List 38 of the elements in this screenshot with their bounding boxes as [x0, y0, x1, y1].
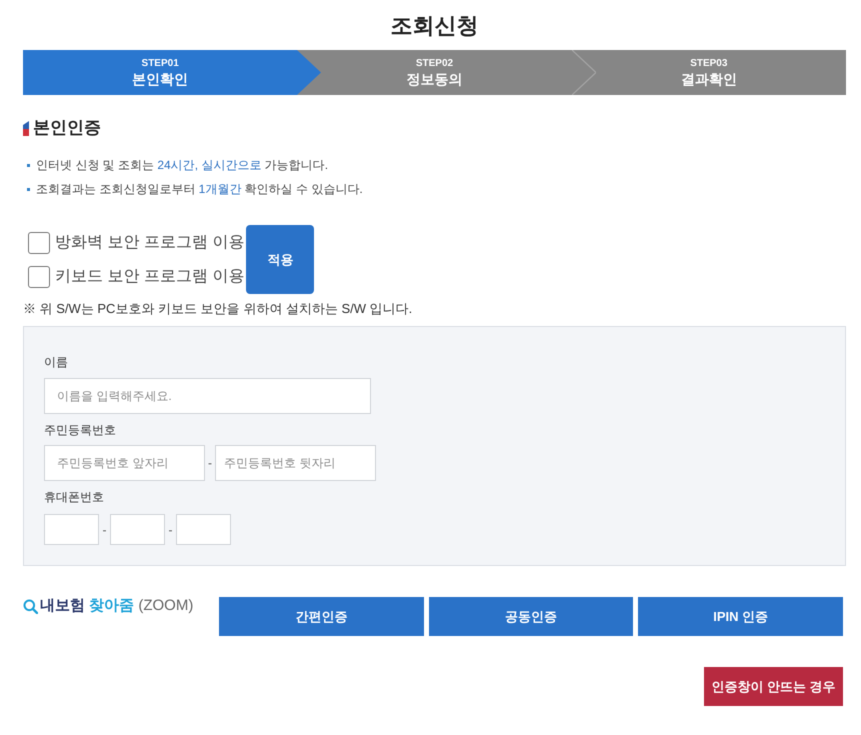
checkbox[interactable]	[28, 232, 50, 254]
zoom-logo-text: 내보험 찾아줌 (ZOOM)	[40, 597, 194, 615]
notice-text: 인터넷 신청 및 조회는 24시간, 실시간으로 가능합니다.	[36, 157, 328, 174]
step-number: STEP02	[416, 58, 454, 70]
resident-back-input[interactable]: 주민등록번호 뒷자리	[215, 445, 376, 481]
search-icon	[23, 598, 38, 614]
section-title: 본인인증	[33, 117, 101, 140]
separator-dash: -	[168, 522, 174, 538]
bullet-icon	[27, 164, 30, 166]
security-note: ※ 위 S/W는 PC보호와 키보드 보안을 위하여 설치하는 S/W 입니다.	[23, 300, 412, 318]
bullet-icon	[27, 188, 30, 190]
step-label: 정보동의	[406, 70, 462, 88]
step-number: STEP03	[690, 58, 728, 70]
phone-input[interactable]	[44, 514, 99, 545]
name-input[interactable]: 이름을 입력해주세요.	[44, 378, 371, 414]
step-chevron-icon	[572, 50, 596, 95]
checkbox-label[interactable]: 키보드 보안 프로그램 이용	[55, 264, 244, 288]
auth-button[interactable]: 간편인증	[219, 597, 424, 636]
checkbox-label[interactable]: 방화벽 보안 프로그램 이용	[55, 230, 244, 254]
separator-dash: -	[102, 522, 108, 538]
section-flag-icon	[23, 120, 29, 136]
field-label: 이름	[44, 354, 68, 371]
auth-button[interactable]: IPIN 인증	[638, 597, 844, 636]
phone-input[interactable]	[110, 514, 165, 545]
phone-input[interactable]	[176, 514, 231, 545]
step-label: 결과확인	[680, 70, 737, 88]
auth-button[interactable]: 공동인증	[428, 597, 634, 636]
step-label: 본인확인	[132, 70, 188, 88]
resident-front-input[interactable]: 주민등록번호 앞자리	[44, 445, 205, 481]
page-title: 조회신청	[390, 12, 478, 40]
field-label: 주민등록번호	[44, 422, 116, 439]
apply-button[interactable]: 적용	[246, 225, 314, 294]
notice-text: 조회결과는 조회신청일로부터 1개월간 확인하실 수 있습니다.	[36, 181, 363, 198]
separator-dash: -	[207, 455, 213, 472]
field-label: 휴대폰번호	[44, 489, 104, 506]
help-button[interactable]: 인증창이 안뜨는 경우	[704, 667, 843, 706]
step-number: STEP01	[142, 58, 179, 70]
checkbox[interactable]	[28, 266, 50, 288]
